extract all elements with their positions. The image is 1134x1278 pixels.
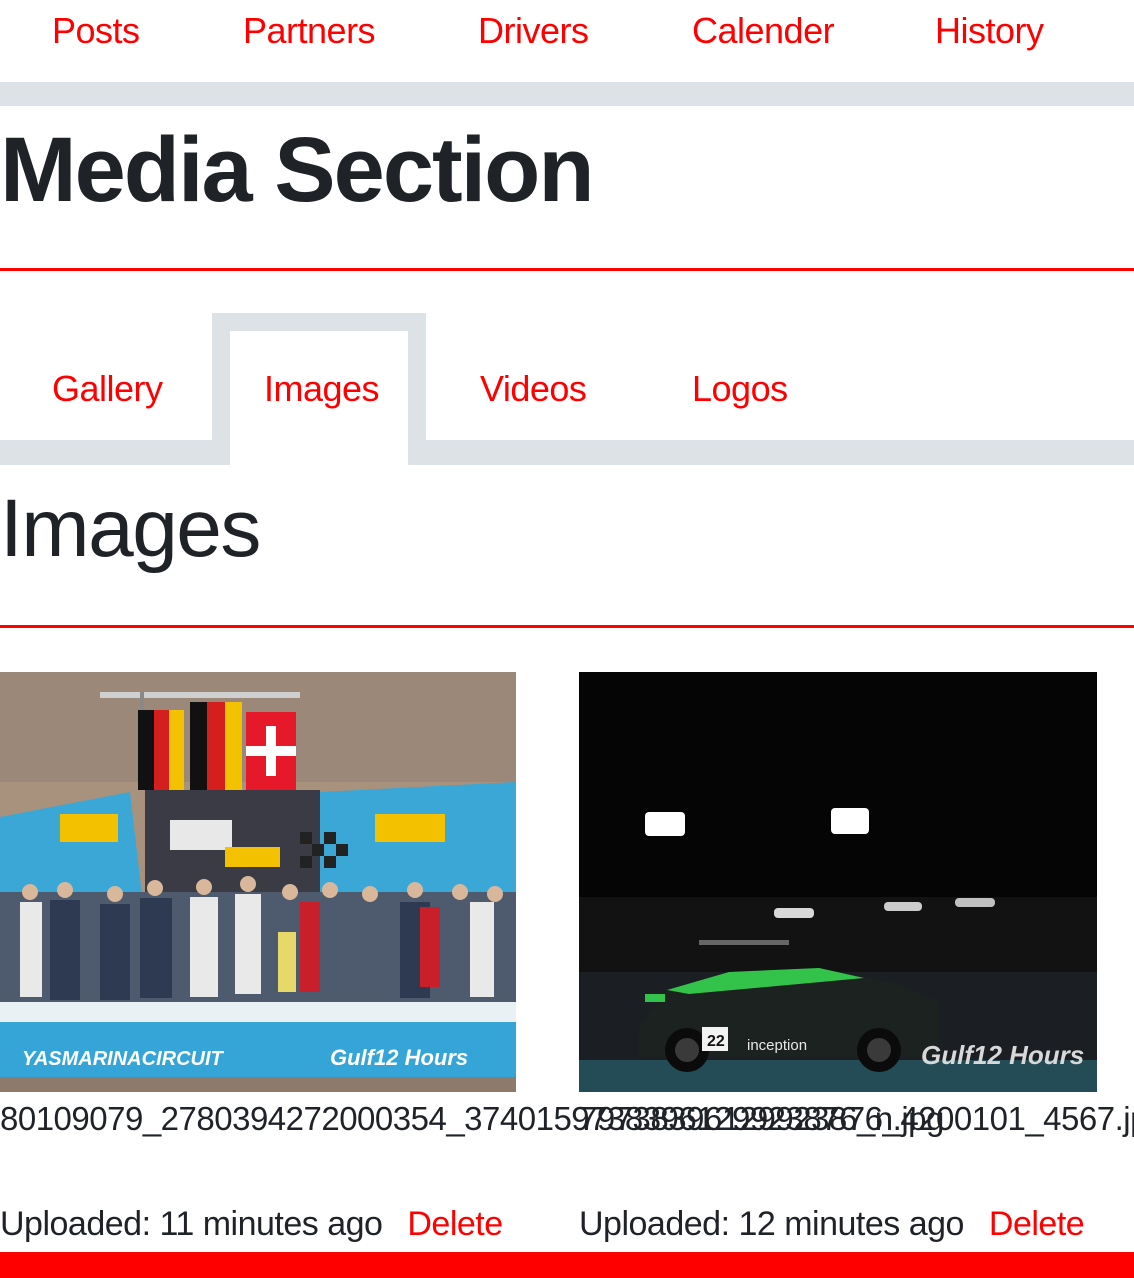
- section-underline: [0, 625, 1134, 628]
- nav-calender[interactable]: Calender: [692, 10, 835, 52]
- pirelli-banner-right: [375, 814, 445, 842]
- footer-bar: [0, 1252, 1134, 1278]
- car-sponsor: inception: [747, 1037, 807, 1054]
- nav-drivers[interactable]: Drivers: [478, 10, 589, 52]
- car-number: 22: [707, 1033, 725, 1050]
- image-filename-2: 79738396129923876_4200101_4567.jpg: [579, 1100, 1134, 1137]
- image-thumbnail-car[interactable]: 22 inception Gulf12 Hours: [579, 672, 1097, 1092]
- sign-text: YASMARINACIRCUIT: [22, 1048, 225, 1070]
- top-navigation: Posts Partners Drivers Calender History: [0, 0, 1134, 80]
- nav-partners[interactable]: Partners: [243, 10, 376, 52]
- sign-text-gulf: Gulf12 Hours: [330, 1045, 468, 1070]
- upload-time-1: Uploaded: 11 minutes ago: [0, 1205, 383, 1243]
- delete-button-1[interactable]: Delete: [407, 1205, 503, 1243]
- photo-watermark: Gulf12 Hours: [921, 1040, 1084, 1070]
- image-meta-1: Uploaded: 11 minutes ago Delete: [0, 1205, 503, 1244]
- tab-images[interactable]: Images: [264, 368, 380, 410]
- tab-gallery[interactable]: Gallery: [52, 368, 163, 410]
- nav-history[interactable]: History: [935, 10, 1044, 52]
- title-underline: [0, 268, 1134, 271]
- tab-logos[interactable]: Logos: [692, 368, 788, 410]
- nav-divider-band: [0, 82, 1134, 106]
- race-car-photo: 22 inception Gulf12 Hours: [579, 672, 1097, 1092]
- podium-photo: YASMARINACIRCUIT Gulf12 Hours: [0, 672, 516, 1092]
- pirelli-banner-left: [60, 814, 118, 842]
- tab-videos[interactable]: Videos: [480, 368, 587, 410]
- tab-bar-band: [0, 440, 1134, 465]
- nav-posts[interactable]: Posts: [52, 10, 140, 52]
- image-thumbnail-podium[interactable]: YASMARINACIRCUIT Gulf12 Hours: [0, 672, 516, 1092]
- page-title: Media Section: [0, 119, 595, 221]
- section-title: Images: [0, 483, 261, 574]
- image-meta-2: Uploaded: 12 minutes ago Delete: [579, 1205, 1085, 1244]
- upload-time-2: Uploaded: 12 minutes ago: [579, 1205, 964, 1243]
- delete-button-2[interactable]: Delete: [989, 1205, 1085, 1243]
